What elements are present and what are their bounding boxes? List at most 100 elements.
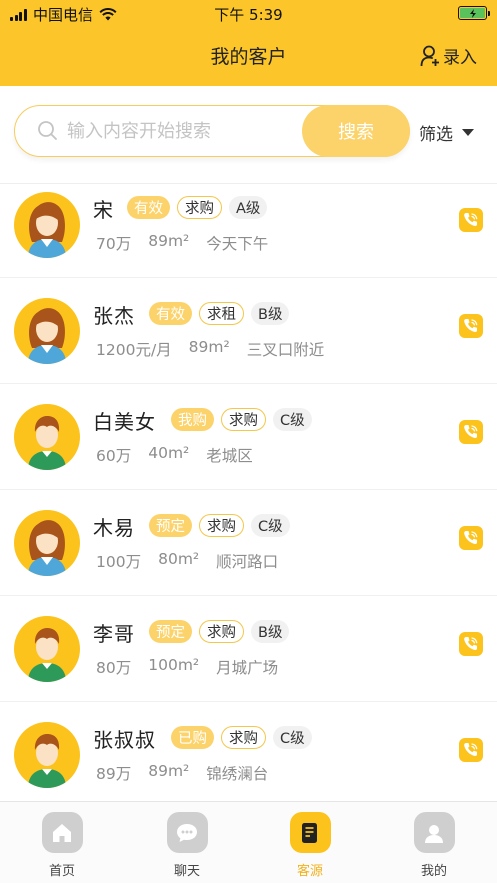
clock: 下午 5:39 — [214, 6, 283, 24]
customer-name: 宋 — [93, 198, 114, 222]
price-text: 100万 — [96, 553, 142, 571]
phone-call-icon[interactable] — [459, 314, 483, 338]
phone-call-icon[interactable] — [459, 738, 483, 762]
app-header: 中国电信 下午 5:39 我的客户 录入 — [0, 0, 497, 86]
search-box: 搜索 — [14, 104, 410, 157]
area-text: 100m² — [148, 656, 200, 674]
level-badge: C级 — [273, 726, 312, 749]
customer-name: 白美女 — [93, 410, 156, 434]
demand-type-badge: 求购 — [199, 620, 244, 643]
customer-row[interactable]: 李哥 预定 求购 B级 80万 100m² 月城广场 — [0, 596, 497, 702]
tab-customers[interactable]: 客源 — [265, 812, 355, 879]
status-badge: 预定 — [149, 514, 192, 537]
status-badge: 已购 — [171, 726, 214, 749]
home-icon — [41, 812, 83, 853]
avatar — [14, 298, 80, 364]
price-text: 89万 — [96, 765, 132, 783]
customer-tags: 我购 求购 C级 — [171, 408, 319, 431]
tab-chat[interactable]: 聊天 — [142, 812, 232, 879]
location-text: 三叉口附近 — [246, 341, 325, 359]
search-input[interactable] — [67, 116, 297, 146]
avatar — [14, 722, 80, 788]
avatar — [14, 616, 80, 682]
tab-label: 客源 — [296, 864, 323, 879]
filter-label: 筛选 — [419, 125, 453, 145]
level-badge: C级 — [273, 408, 312, 431]
customer-tags: 预定 求购 C级 — [149, 514, 297, 537]
customer-tags: 已购 求购 C级 — [171, 726, 319, 749]
phone-call-icon[interactable] — [459, 208, 483, 232]
customer-name: 张杰 — [93, 304, 135, 328]
filter-dropdown[interactable]: 筛选 — [419, 120, 474, 145]
location-text: 老城区 — [206, 447, 253, 465]
customer-row[interactable]: 张叔叔 已购 求购 C级 89万 89m² 锦绣澜台 — [0, 702, 497, 808]
customer-row[interactable]: 木易 预定 求购 C级 100万 80m² 顺河路口 — [0, 490, 497, 596]
demand-type-badge: 求购 — [221, 726, 266, 749]
customer-details: 60万 40m² 老城区 — [96, 444, 270, 466]
demand-type-badge: 求购 — [177, 196, 222, 219]
avatar — [14, 510, 80, 576]
location-text: 顺河路口 — [216, 553, 279, 571]
tab-label: 聊天 — [173, 864, 200, 879]
level-badge: B级 — [251, 620, 290, 643]
tab-label: 我的 — [420, 864, 447, 879]
area-text: 40m² — [148, 444, 190, 462]
status-bar: 中国电信 下午 5:39 — [0, 0, 497, 28]
price-text: 1200元/月 — [96, 341, 172, 359]
caret-down-icon — [462, 129, 474, 136]
price-text: 70万 — [96, 235, 132, 253]
search-icon — [38, 121, 57, 140]
level-badge: A级 — [229, 196, 268, 219]
customer-details: 100万 80m² 顺河路口 — [96, 550, 295, 572]
tab-label: 首页 — [48, 864, 75, 879]
customer-tags: 预定 求购 B级 — [149, 620, 296, 643]
customer-name: 张叔叔 — [93, 728, 156, 752]
customer-details: 1200元/月 89m² 三叉口附近 — [96, 338, 341, 360]
tab-home[interactable]: 首页 — [17, 812, 107, 879]
search-bar: 搜索 筛选 — [0, 86, 497, 184]
chat-icon — [166, 812, 208, 853]
avatar — [14, 192, 80, 258]
customer-row[interactable]: 张杰 有效 求租 B级 1200元/月 89m² 三叉口附近 — [0, 278, 497, 384]
customer-name: 木易 — [93, 516, 135, 540]
price-text: 60万 — [96, 447, 132, 465]
area-text: 89m² — [148, 762, 190, 780]
phone-call-icon[interactable] — [459, 632, 483, 656]
phone-call-icon[interactable] — [459, 526, 483, 550]
customer-row[interactable]: 宋 有效 求购 A级 70万 89m² 今天下午 — [0, 172, 497, 278]
location-text: 月城广场 — [216, 659, 279, 677]
customer-name: 李哥 — [93, 622, 135, 646]
status-badge: 我购 — [171, 408, 214, 431]
area-text: 80m² — [158, 550, 200, 568]
area-text: 89m² — [188, 338, 230, 356]
customer-details: 70万 89m² 今天下午 — [96, 232, 285, 254]
customer-tags: 有效 求购 A级 — [127, 196, 274, 219]
status-badge: 预定 — [149, 620, 192, 643]
level-badge: B级 — [251, 302, 290, 325]
customer-tags: 有效 求租 B级 — [149, 302, 296, 325]
customer-details: 89万 89m² 锦绣澜台 — [96, 762, 285, 784]
location-text: 今天下午 — [206, 235, 269, 253]
document-icon — [289, 812, 331, 853]
location-text: 锦绣澜台 — [206, 765, 269, 783]
tab-mine[interactable]: 我的 — [389, 812, 479, 879]
add-customer-label: 录入 — [443, 48, 477, 68]
status-badge: 有效 — [127, 196, 170, 219]
demand-type-badge: 求购 — [199, 514, 244, 537]
status-badge: 有效 — [149, 302, 192, 325]
customer-row[interactable]: 白美女 我购 求购 C级 60万 40m² 老城区 — [0, 384, 497, 490]
battery-icon — [458, 6, 490, 20]
customer-details: 80万 100m² 月城广场 — [96, 656, 295, 678]
add-customer-button[interactable]: 录入 — [420, 43, 477, 68]
level-badge: C级 — [251, 514, 290, 537]
area-text: 89m² — [148, 232, 190, 250]
price-text: 80万 — [96, 659, 132, 677]
demand-type-badge: 求购 — [221, 408, 266, 431]
phone-call-icon[interactable] — [459, 420, 483, 444]
avatar — [14, 404, 80, 470]
demand-type-badge: 求租 — [199, 302, 244, 325]
search-button[interactable]: 搜索 — [302, 104, 410, 157]
add-person-icon — [420, 45, 439, 66]
person-icon — [413, 812, 455, 853]
tab-bar: 首页 聊天 客源 我的 — [0, 801, 497, 883]
